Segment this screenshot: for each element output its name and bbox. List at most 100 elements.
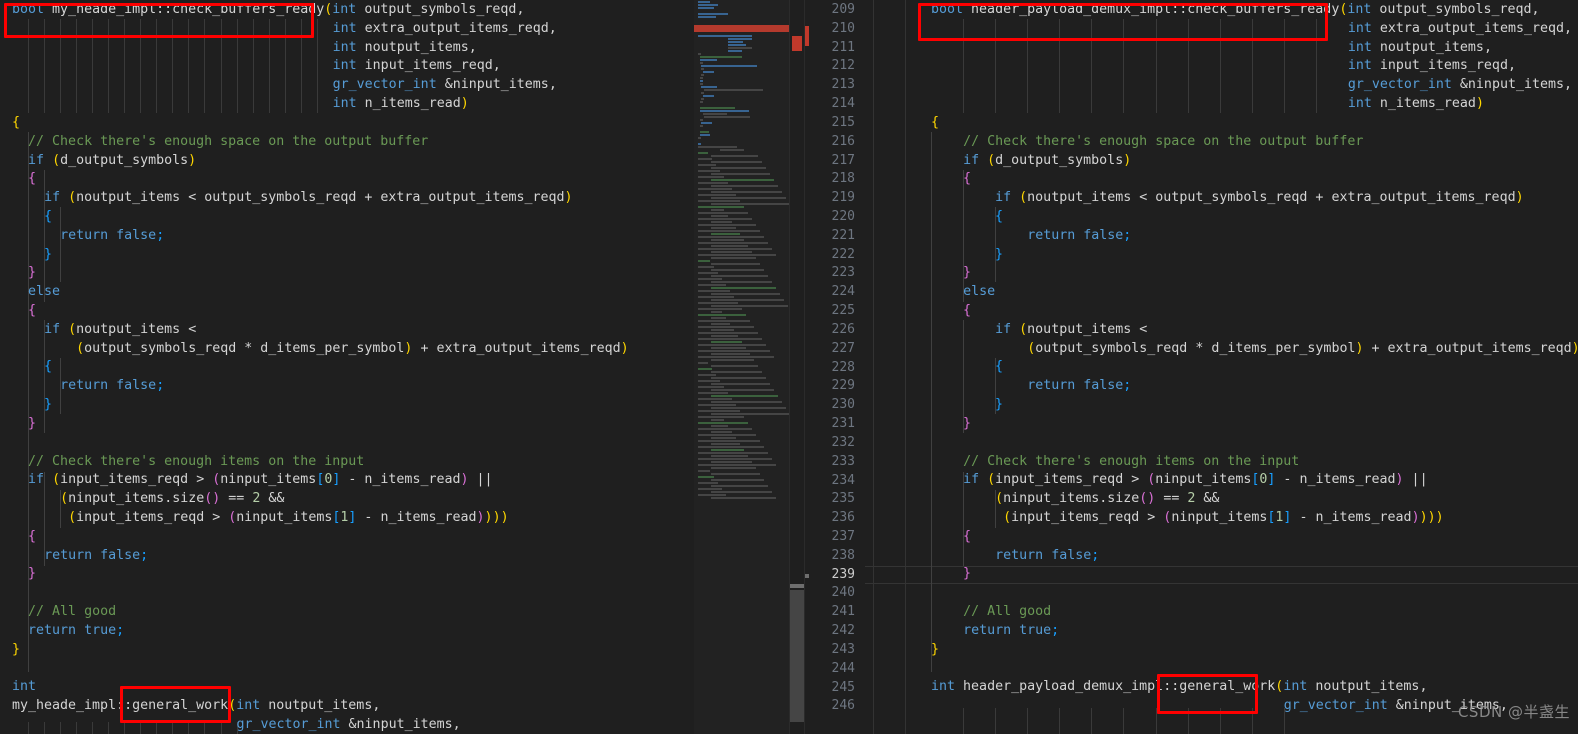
code-line[interactable]: (input_items_reqd > (ninput_items[1] - n… xyxy=(931,509,1578,528)
code-line[interactable]: if (input_items_reqd > (ninput_items[0] … xyxy=(931,471,1578,490)
code-line[interactable] xyxy=(12,584,629,603)
code-line[interactable]: } xyxy=(12,264,629,283)
code-line[interactable]: int noutput_items, xyxy=(12,39,629,58)
code-line[interactable]: gr_vector_int &ninput_items, xyxy=(12,76,629,95)
code-line[interactable]: (output_symbols_reqd * d_items_per_symbo… xyxy=(931,340,1578,359)
code-line[interactable]: if (noutput_items < output_symbols_reqd … xyxy=(12,189,629,208)
code-line[interactable]: { xyxy=(12,170,629,189)
line-number[interactable]: 244 xyxy=(809,660,855,679)
line-number[interactable]: 214 xyxy=(809,95,855,114)
code-line[interactable]: return false; xyxy=(931,227,1578,246)
code-line[interactable]: // Check there's enough items on the inp… xyxy=(12,453,629,472)
code-line[interactable]: { xyxy=(12,528,629,547)
right-code-content[interactable]: bool header_payload_demux_impl::check_bu… xyxy=(931,1,1578,716)
code-line[interactable]: int input_items_reqd, xyxy=(12,57,629,76)
code-line[interactable]: } xyxy=(12,641,629,660)
code-line[interactable]: // Check there's enough space on the out… xyxy=(12,133,629,152)
code-line[interactable]: int xyxy=(12,678,629,697)
code-line[interactable]: int n_items_read) xyxy=(12,95,629,114)
code-line[interactable]: } xyxy=(931,246,1578,265)
code-line[interactable]: my_heade_impl::general_work(int noutput_… xyxy=(12,697,629,716)
code-line[interactable]: int extra_output_items_reqd, xyxy=(12,20,629,39)
code-line[interactable]: (ninput_items.size() == 2 && xyxy=(931,490,1578,509)
code-line[interactable]: else xyxy=(931,283,1578,302)
vertical-scrollbar-thumb[interactable] xyxy=(790,590,804,722)
code-line[interactable]: } xyxy=(931,641,1578,660)
line-number[interactable]: 233 xyxy=(809,453,855,472)
line-number[interactable]: 237 xyxy=(809,528,855,547)
code-line[interactable]: return false; xyxy=(12,377,629,396)
code-line[interactable]: if (noutput_items < xyxy=(12,321,629,340)
line-number[interactable]: 243 xyxy=(809,641,855,660)
left-code-pane[interactable]: bool my_heade_impl::check_buffers_ready(… xyxy=(0,0,688,734)
line-number[interactable]: 229 xyxy=(809,377,855,396)
code-line[interactable]: bool my_heade_impl::check_buffers_ready(… xyxy=(12,1,629,20)
line-number[interactable]: 232 xyxy=(809,434,855,453)
overview-ruler[interactable] xyxy=(790,0,804,734)
code-line[interactable]: return false; xyxy=(12,547,629,566)
minimap-slider[interactable] xyxy=(694,0,790,734)
line-number[interactable]: 245 xyxy=(809,679,855,698)
line-number[interactable]: 215 xyxy=(809,114,855,133)
line-number[interactable]: 213 xyxy=(809,76,855,95)
code-line[interactable]: } xyxy=(931,264,1578,283)
line-number[interactable]: 235 xyxy=(809,490,855,509)
line-number[interactable]: 221 xyxy=(809,227,855,246)
code-line[interactable]: (ninput_items.size() == 2 && xyxy=(12,490,629,509)
code-line[interactable]: // Check there's enough items on the inp… xyxy=(931,453,1578,472)
code-line[interactable] xyxy=(12,434,629,453)
line-number[interactable]: 238 xyxy=(809,547,855,566)
line-number[interactable]: 226 xyxy=(809,321,855,340)
line-number[interactable]: 231 xyxy=(809,415,855,434)
line-number[interactable]: 219 xyxy=(809,189,855,208)
code-line[interactable] xyxy=(12,659,629,678)
code-line[interactable]: { xyxy=(931,208,1578,227)
line-number[interactable]: 216 xyxy=(809,133,855,152)
code-line[interactable]: (output_symbols_reqd * d_items_per_symbo… xyxy=(12,340,628,359)
line-number[interactable]: 220 xyxy=(809,208,855,227)
line-number[interactable]: 230 xyxy=(809,396,855,415)
minimap[interactable] xyxy=(694,0,790,734)
left-code-content[interactable]: bool my_heade_impl::check_buffers_ready(… xyxy=(12,1,629,734)
code-line[interactable]: return true; xyxy=(12,622,629,641)
line-number[interactable]: 225 xyxy=(809,302,855,321)
code-line[interactable]: gr_vector_int &ninput_items, xyxy=(931,697,1578,716)
code-line[interactable]: { xyxy=(12,302,629,321)
code-line[interactable]: int n_items_read) xyxy=(931,95,1578,114)
code-line[interactable] xyxy=(931,659,1578,678)
line-number-gutter[interactable]: 209 210 211 212 213 214 215 216 217 218 219 220 221 2… xyxy=(805,0,865,734)
code-line[interactable]: return false; xyxy=(12,227,629,246)
line-number[interactable]: 223 xyxy=(809,264,855,283)
code-line[interactable]: else xyxy=(12,283,629,302)
code-line[interactable]: return true; xyxy=(931,622,1578,641)
code-line[interactable]: int input_items_reqd, xyxy=(931,57,1578,76)
code-line[interactable]: { xyxy=(931,528,1578,547)
line-number[interactable]: 240 xyxy=(809,584,855,603)
code-line[interactable]: if (input_items_reqd > (ninput_items[0] … xyxy=(12,471,629,490)
line-number[interactable]: 242 xyxy=(809,622,855,641)
code-line[interactable]: { xyxy=(931,114,1578,133)
code-line[interactable]: } xyxy=(931,565,1578,584)
code-line[interactable]: (input_items_reqd > (ninput_items[1] - n… xyxy=(12,509,629,528)
line-number[interactable]: 224 xyxy=(809,283,855,302)
code-line[interactable]: { xyxy=(12,358,629,377)
line-number[interactable]: 246 xyxy=(809,697,855,716)
code-line[interactable]: { xyxy=(931,358,1578,377)
code-line[interactable]: return false; xyxy=(931,547,1578,566)
code-line[interactable]: gr_vector_int &ninput_items, xyxy=(931,76,1578,95)
code-line[interactable]: int header_payload_demux_impl::general_w… xyxy=(931,678,1578,697)
code-line[interactable]: } xyxy=(931,415,1578,434)
code-line[interactable]: { xyxy=(12,114,629,133)
code-line[interactable]: } xyxy=(931,396,1578,415)
code-line[interactable] xyxy=(931,584,1578,603)
code-line[interactable]: if (d_output_symbols) xyxy=(12,152,629,171)
line-number[interactable]: 210 xyxy=(809,20,855,39)
line-number[interactable]: 222 xyxy=(809,246,855,265)
code-line[interactable]: } xyxy=(12,415,629,434)
line-number[interactable]: 209 xyxy=(809,1,855,20)
code-line[interactable]: return false; xyxy=(931,377,1578,396)
line-number[interactable]: 218 xyxy=(809,170,855,189)
code-line[interactable]: { xyxy=(12,208,629,227)
line-number[interactable]: 211 xyxy=(809,39,855,58)
right-code-pane[interactable]: 209 210 211 212 213 214 215 216 217 218 219 220 221 2… xyxy=(805,0,1578,734)
